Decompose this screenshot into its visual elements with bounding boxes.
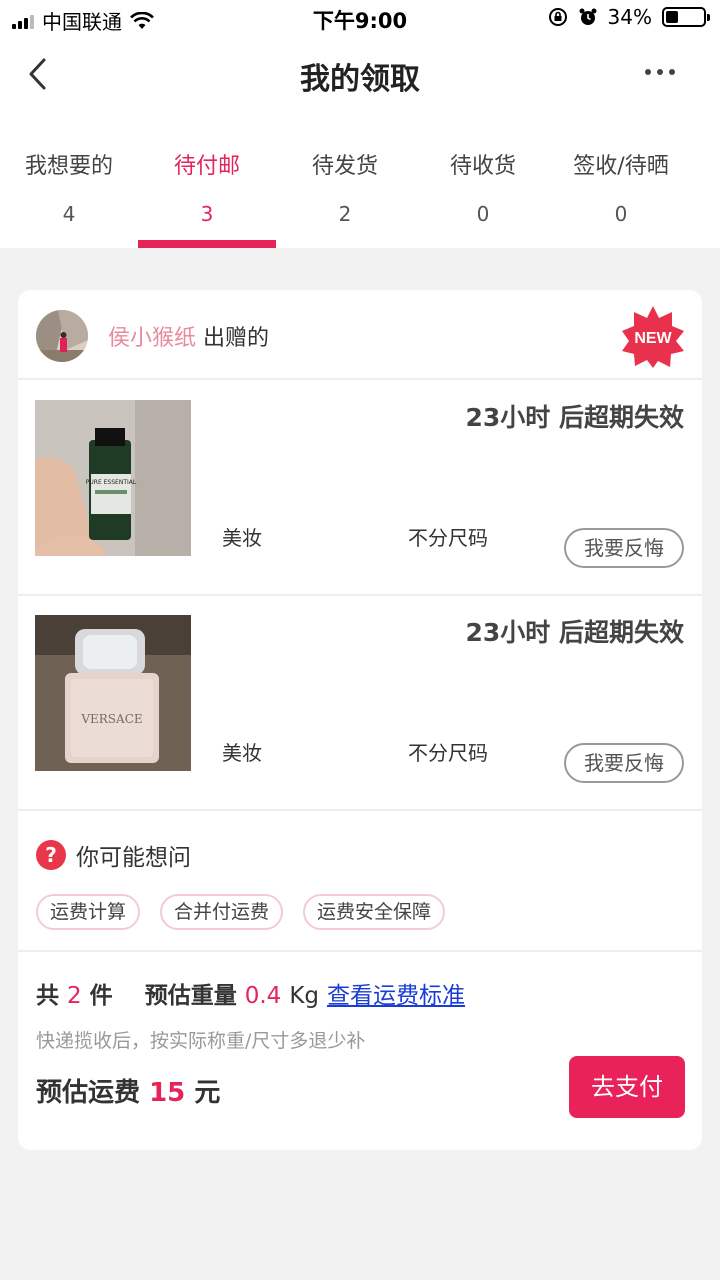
giver-name[interactable]: 侯小猴纸: [108, 326, 196, 351]
weight-label: 预估重量: [144, 983, 237, 1009]
more-dots-icon[interactable]: [644, 66, 676, 78]
faq-title-text: 你可能想问: [76, 845, 191, 871]
tab-count: 0: [614, 202, 628, 226]
count-unit: 件: [89, 983, 113, 1009]
status-right: 34%: [548, 5, 710, 29]
battery-percent: 34%: [607, 5, 652, 29]
giver-text: 侯小猴纸 出赠的: [108, 320, 269, 352]
tab-awaiting-receipt[interactable]: 待收货 0: [414, 112, 552, 248]
tab-label: 签收/待晒: [573, 154, 669, 179]
nav-bar: 我的领取: [0, 36, 720, 112]
product-image-label: PURE ESSENTIAL: [86, 479, 137, 486]
tab-awaiting-postage[interactable]: 待付邮 3: [138, 112, 276, 248]
tab-label: 待收货: [449, 154, 516, 179]
summary-line: 共 2 件 预估重量 0.4 Kg 查看运费标准: [36, 976, 465, 1010]
order-card: 侯小猴纸 出赠的 NEW PURE ESSENTIAL 23小时 后超期失效 美…: [18, 290, 702, 1150]
item-size: 不分尺码: [408, 526, 488, 550]
tab-label: 我想要的: [24, 154, 113, 179]
faq-tag-shipping-protection[interactable]: 运费安全保障: [303, 894, 446, 930]
tab-awaiting-shipment[interactable]: 待发货 2: [276, 112, 414, 248]
list-item[interactable]: PURE ESSENTIAL 23小时 后超期失效 美妆 不分尺码 我要反悔: [18, 382, 702, 596]
battery-fill: [666, 11, 679, 23]
battery-icon: [662, 7, 710, 27]
tab-signed-review[interactable]: 签收/待晒 0: [552, 112, 690, 248]
new-badge-text: NEW: [634, 330, 672, 347]
item-category: 美妆: [222, 526, 262, 550]
alarm-icon: [579, 8, 597, 25]
product-image[interactable]: VERSACE: [35, 615, 191, 771]
giver-suffix: 出赠的: [203, 326, 270, 351]
item-count: 2: [67, 983, 82, 1009]
tab-count: 2: [338, 202, 352, 226]
page-title: 我的领取: [300, 62, 420, 97]
regret-button[interactable]: 我要反悔: [564, 743, 684, 783]
expire-text: 23小时 后超期失效: [465, 618, 685, 647]
product-image-label: VERSACE: [80, 712, 142, 726]
new-badge: NEW: [622, 306, 684, 368]
pay-button[interactable]: 去支付: [569, 1056, 685, 1118]
status-tabs: 我想要的 4 待付邮 3 待发货 2 待收货 0 签收/待晒 0: [0, 112, 720, 248]
weight-unit: Kg: [289, 983, 319, 1009]
item-size: 不分尺码: [408, 741, 488, 765]
giver-row[interactable]: 侯小猴纸 出赠的 NEW: [18, 290, 702, 380]
order-summary: 共 2 件 预估重量 0.4 Kg 查看运费标准 快递揽收后，按实际称重/尺寸多…: [18, 952, 702, 1150]
avatar[interactable]: [36, 310, 88, 362]
summary-note: 快递揽收后，按实际称重/尺寸多退少补: [36, 1030, 366, 1052]
tab-count: 3: [200, 202, 214, 226]
list-item[interactable]: VERSACE 23小时 后超期失效 美妆 不分尺码 我要反悔: [18, 597, 702, 811]
weight-value: 0.4: [244, 983, 282, 1009]
shipping-standard-link[interactable]: 查看运费标准: [327, 983, 465, 1009]
fee-label: 预估运费: [36, 1078, 141, 1108]
fee-unit: 元: [194, 1078, 221, 1108]
product-image[interactable]: PURE ESSENTIAL: [35, 400, 191, 556]
expire-text: 23小时 后超期失效: [465, 403, 685, 432]
tab-wanted[interactable]: 我想要的 4: [0, 112, 138, 248]
faq-tag-combine-postage[interactable]: 合并付运费: [160, 894, 284, 930]
regret-button[interactable]: 我要反悔: [564, 528, 684, 568]
tab-label: 待发货: [311, 154, 378, 179]
estimated-fee: 预估运费 15 元: [36, 1072, 220, 1109]
item-category: 美妆: [222, 741, 262, 765]
tab-count: 4: [62, 202, 76, 226]
tab-label: 待付邮: [173, 154, 240, 179]
faq-title: ? 你可能想问: [36, 838, 191, 872]
active-tab-indicator: [138, 240, 276, 248]
faq-section: ? 你可能想问 运费计算 合并付运费 运费安全保障: [18, 812, 702, 952]
question-icon: ?: [36, 840, 66, 870]
count-prefix: 共: [36, 983, 59, 1009]
tab-count: 0: [476, 202, 490, 226]
faq-tags: 运费计算 合并付运费 运费安全保障: [36, 894, 446, 930]
fee-value: 15: [149, 1078, 186, 1108]
rotation-lock-icon: [548, 8, 567, 26]
status-bar: 中国联通 下午9:00 34%: [0, 0, 720, 36]
faq-tag-shipping-calc[interactable]: 运费计算: [36, 894, 141, 930]
